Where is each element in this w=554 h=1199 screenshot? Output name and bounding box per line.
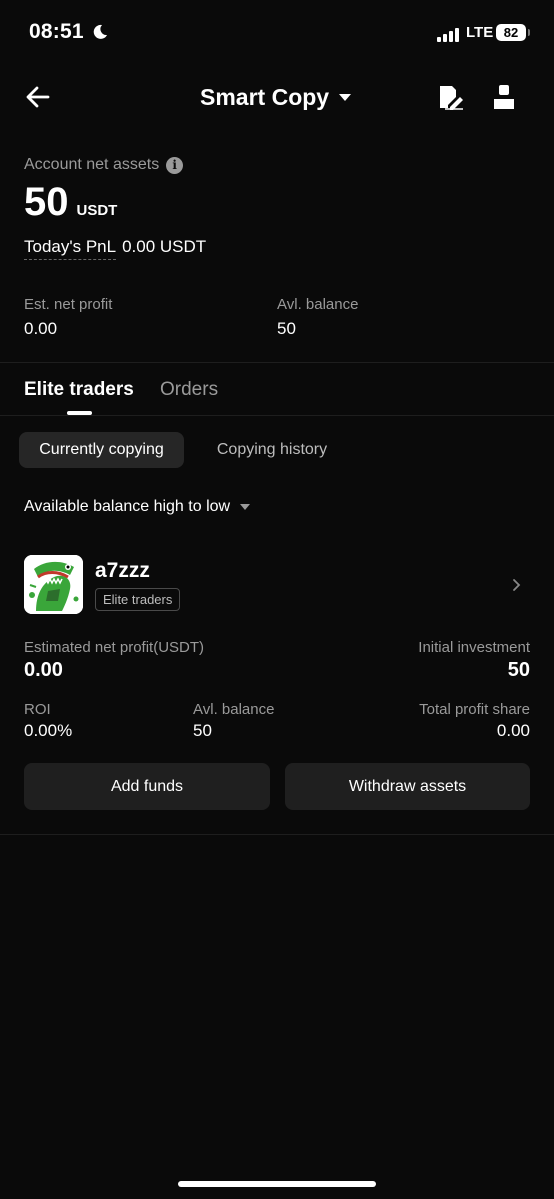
battery-tip: [528, 29, 530, 36]
avl-balance-label: Avl. balance: [277, 296, 359, 313]
battery-icon: 82: [496, 24, 526, 41]
est-net-profit-label: Est. net profit: [24, 296, 113, 313]
trader-est-profit-label: Estimated net profit(USDT): [24, 639, 205, 656]
caret-down-icon: [339, 94, 352, 101]
trader-avatar[interactable]: [24, 555, 83, 614]
trader-badge: Elite traders: [95, 588, 181, 611]
total-profit-share-value: 0.00: [496, 721, 530, 740]
info-icon[interactable]: i: [166, 156, 184, 174]
filter-copying-history[interactable]: Copying history: [196, 432, 348, 468]
signal-icon: [437, 28, 459, 42]
sort-dropdown[interactable]: Available balance high to low: [24, 498, 251, 516]
roi-label: ROI: [24, 701, 51, 718]
pnl-value: 0.00 USDT: [122, 237, 207, 256]
card-divider: [0, 834, 554, 835]
est-net-profit-value: 0.00: [24, 319, 58, 338]
tabs-divider: [0, 415, 554, 416]
profile-icon[interactable]: [493, 84, 515, 115]
nav-title-dropdown[interactable]: Smart Copy: [200, 84, 352, 111]
trader-name[interactable]: a7zzz: [95, 559, 150, 583]
nav-title: Smart Copy: [200, 84, 330, 110]
tab-elite-traders[interactable]: Elite traders: [24, 379, 134, 401]
caret-down-icon: [240, 504, 251, 510]
net-assets-value-row: 50 USDT: [24, 180, 117, 225]
tab-orders[interactable]: Orders: [160, 379, 218, 401]
status-time: 08:51: [29, 20, 84, 43]
moon-icon: [92, 24, 108, 45]
chevron-right-icon[interactable]: [512, 578, 522, 597]
net-assets-label-row: Account net assets i: [24, 156, 184, 174]
pnl-label: Today's PnL: [24, 237, 117, 260]
trader-avl-balance-value: 50: [193, 721, 212, 740]
trader-avl-balance-label: Avl. balance: [193, 701, 275, 718]
divider: [0, 362, 554, 363]
network-type: LTE: [466, 24, 494, 41]
todays-pnl[interactable]: Today's PnL 0.00 USDT: [24, 237, 206, 260]
net-assets-unit: USDT: [76, 202, 118, 219]
trader-est-profit-value: 0.00: [24, 659, 63, 681]
withdraw-assets-button[interactable]: Withdraw assets: [285, 763, 530, 810]
back-arrow-icon[interactable]: [24, 83, 52, 116]
initial-investment-label: Initial investment: [418, 639, 530, 656]
add-funds-button[interactable]: Add funds: [24, 763, 270, 810]
avl-balance-value: 50: [277, 319, 296, 338]
edit-document-icon[interactable]: [436, 83, 464, 116]
initial-investment-value: 50: [507, 659, 530, 681]
home-indicator[interactable]: [178, 1181, 376, 1187]
net-assets-value: 50: [24, 180, 69, 224]
net-assets-label: Account net assets: [24, 156, 160, 173]
total-profit-share-label: Total profit share: [419, 701, 530, 718]
roi-value: 0.00%: [24, 721, 73, 740]
filter-currently-copying[interactable]: Currently copying: [19, 432, 184, 468]
sort-label: Available balance high to low: [24, 498, 231, 515]
